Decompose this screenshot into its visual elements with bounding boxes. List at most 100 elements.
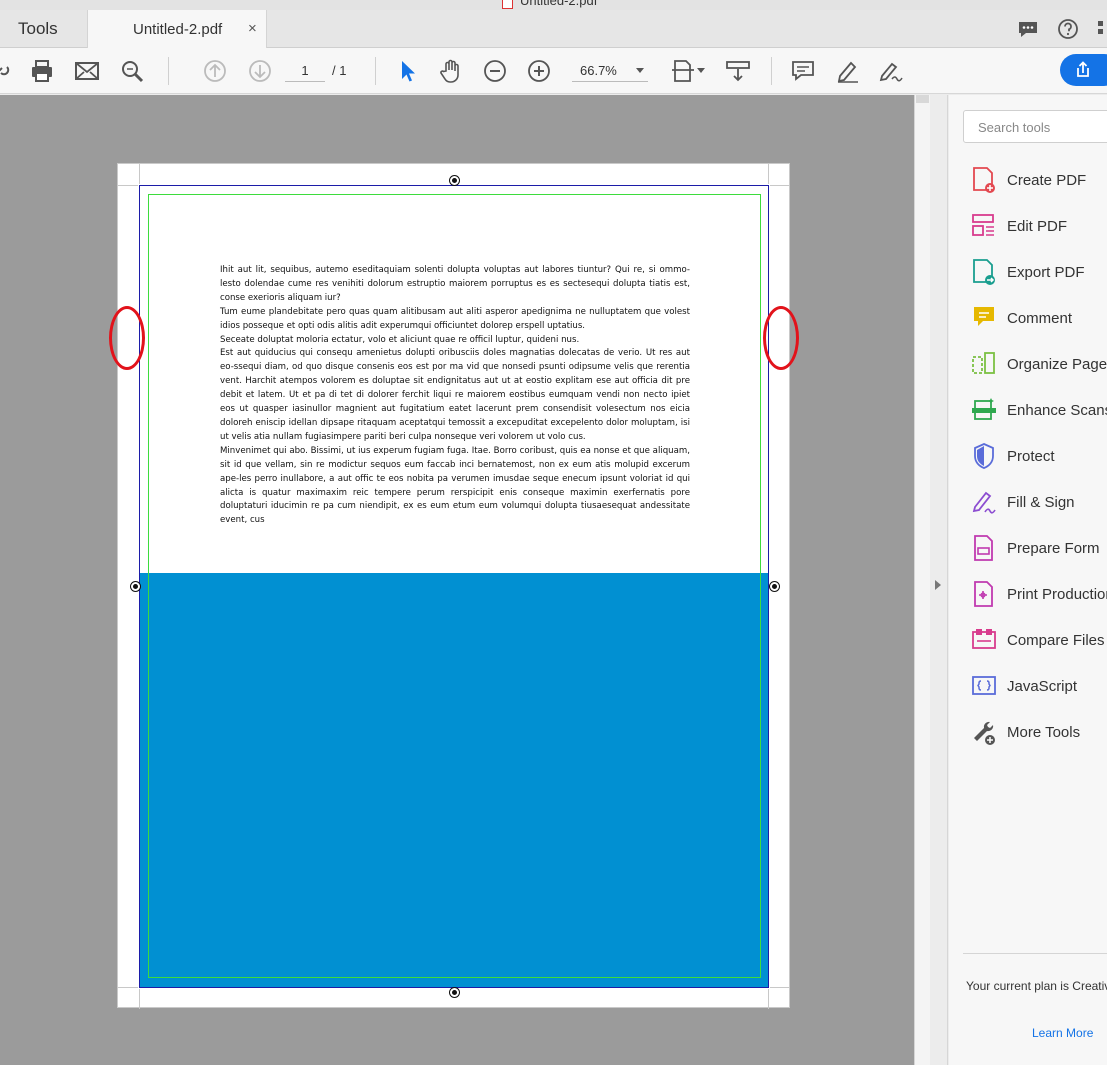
resize-handle-top[interactable] — [450, 176, 459, 185]
tool-prepare-form[interactable]: Prepare Form — [971, 534, 1107, 564]
comment-icon[interactable] — [790, 58, 816, 84]
tab-bar: Tools Untitled-2.pdf × — [0, 10, 1107, 49]
apps-icon[interactable] — [1096, 18, 1107, 40]
javascript-icon — [972, 676, 996, 695]
enhance-scans-icon — [972, 398, 996, 420]
crop-mark — [770, 987, 790, 988]
tool-label: Print Production — [1007, 586, 1107, 603]
toolbar: 1 / 1 66.7% — [0, 48, 1107, 94]
resize-handle-bottom[interactable] — [450, 988, 459, 997]
share-button[interactable] — [1060, 54, 1107, 86]
resize-handle-right[interactable] — [770, 582, 779, 591]
print-production-icon — [974, 581, 993, 607]
close-tab-icon[interactable]: × — [248, 20, 257, 37]
sign-icon[interactable] — [878, 58, 904, 84]
create-pdf-icon — [973, 167, 995, 193]
crop-mark — [118, 987, 138, 988]
tool-label: Comment — [1007, 310, 1073, 327]
tool-print-production[interactable]: Print Production — [971, 580, 1107, 610]
tool-organize-pages[interactable]: Organize Pages — [971, 350, 1107, 380]
resize-handle-left[interactable] — [131, 582, 140, 591]
vertical-scrollbar[interactable] — [914, 95, 930, 1065]
paragraph: Minvenimet qui abo. Bissimi, ut ius expe… — [220, 445, 690, 526]
paragraph: Tum eume plandebitate pero quas quam ali… — [220, 306, 690, 331]
mail-icon[interactable] — [74, 58, 100, 84]
crop-mark — [139, 164, 140, 184]
page-up-icon[interactable] — [202, 58, 228, 84]
scroll-mode-icon[interactable] — [725, 58, 751, 84]
chevron-down-icon[interactable] — [636, 68, 644, 73]
tab-document[interactable]: Untitled-2.pdf × — [87, 10, 267, 49]
tool-label: Create PDF — [1007, 172, 1087, 189]
hand-icon[interactable] — [438, 58, 464, 84]
tool-compare-files[interactable]: Compare Files — [971, 626, 1107, 656]
tool-comment[interactable]: Comment — [971, 304, 1107, 334]
tool-label: Export PDF — [1007, 264, 1085, 281]
edit-pdf-icon — [972, 214, 994, 236]
crop-mark — [139, 989, 140, 1009]
pdf-page[interactable]: Ihit aut lit, sequibus, autemo eseditaqu… — [117, 163, 790, 1009]
export-pdf-icon — [973, 259, 995, 285]
crop-mark — [118, 185, 138, 186]
select-arrow-icon[interactable] — [395, 58, 421, 84]
window-title-bar: Untitled-2.pdf — [0, 0, 1107, 10]
tab-tools[interactable]: Tools — [0, 10, 87, 48]
chat-icon[interactable] — [1017, 18, 1039, 40]
crop-mark — [768, 989, 769, 1009]
help-icon[interactable] — [1057, 18, 1079, 40]
tool-enhance-scans[interactable]: Enhance Scans — [971, 396, 1107, 426]
tool-label: Organize Pages — [1007, 356, 1107, 373]
tool-fill-sign[interactable]: Fill & Sign — [971, 488, 1107, 518]
pane-collapse-handle[interactable] — [930, 95, 948, 1065]
page-number-input[interactable]: 1 — [285, 60, 325, 82]
search-tools-input[interactable]: Search tools — [963, 110, 1107, 143]
tool-label: Edit PDF — [1007, 218, 1068, 235]
scrollbar-thumb[interactable] — [916, 95, 929, 103]
tool-protect[interactable]: Protect — [971, 442, 1107, 472]
organize-pages-icon — [972, 352, 995, 374]
fill-sign-icon — [972, 491, 996, 514]
zoom-search-icon[interactable] — [119, 58, 145, 84]
tool-label: Protect — [1007, 448, 1055, 465]
tool-more-tools[interactable]: More Tools — [971, 718, 1107, 748]
zoom-out-icon[interactable] — [482, 58, 508, 84]
window-title: Untitled-2.pdf — [520, 0, 598, 8]
paragraph: Est aut quiducius qui consequ amenietus … — [220, 348, 690, 442]
tool-label: Enhance Scans — [1007, 402, 1107, 419]
document-viewport[interactable]: Ihit aut lit, sequibus, autemo eseditaqu… — [0, 95, 914, 1065]
crop-mark — [770, 185, 790, 186]
paragraph: Seceate doluptat moloria ectatur, volo e… — [220, 334, 580, 345]
paragraph: Ihit aut lit, sequibus, autemo eseditaqu… — [220, 265, 690, 303]
annotation-oval-right — [763, 306, 799, 370]
tool-label: More Tools — [1007, 724, 1081, 741]
tool-label: JavaScript — [1007, 678, 1078, 695]
tool-edit-pdf[interactable]: Edit PDF — [971, 212, 1107, 242]
tool-label: Compare Files — [1007, 632, 1105, 649]
chevron-right-icon — [935, 580, 941, 590]
chevron-down-icon[interactable] — [697, 68, 705, 73]
learn-more-link[interactable]: Learn More — [1032, 1026, 1093, 1040]
page-down-icon[interactable] — [247, 58, 273, 84]
compare-files-icon — [972, 629, 996, 649]
prepare-form-icon — [974, 535, 993, 561]
tool-javascript[interactable]: JavaScript — [971, 672, 1107, 702]
fit-page-icon[interactable] — [670, 58, 696, 84]
toolbar-separator — [771, 57, 772, 85]
comment-tool-icon — [974, 307, 994, 326]
plan-status-text: Your current plan is Creative Cloud — [966, 979, 1107, 993]
annotation-oval-left — [109, 306, 145, 370]
print-icon[interactable] — [29, 58, 55, 84]
tab-document-label: Untitled-2.pdf — [133, 21, 223, 38]
zoom-in-icon[interactable] — [526, 58, 552, 84]
toolbar-separator — [375, 57, 376, 85]
highlight-pen-icon[interactable] — [835, 58, 861, 84]
share-icon — [1077, 61, 1089, 77]
body-text: Ihit aut lit, sequibus, autemo eseditaqu… — [220, 264, 690, 528]
toolbar-separator — [168, 57, 169, 85]
more-tools-icon — [974, 721, 995, 745]
link-icon[interactable] — [0, 58, 16, 84]
protect-icon — [974, 443, 994, 469]
divider — [963, 953, 1107, 954]
tool-create-pdf[interactable]: Create PDF — [971, 166, 1107, 196]
tool-export-pdf[interactable]: Export PDF — [971, 258, 1107, 288]
